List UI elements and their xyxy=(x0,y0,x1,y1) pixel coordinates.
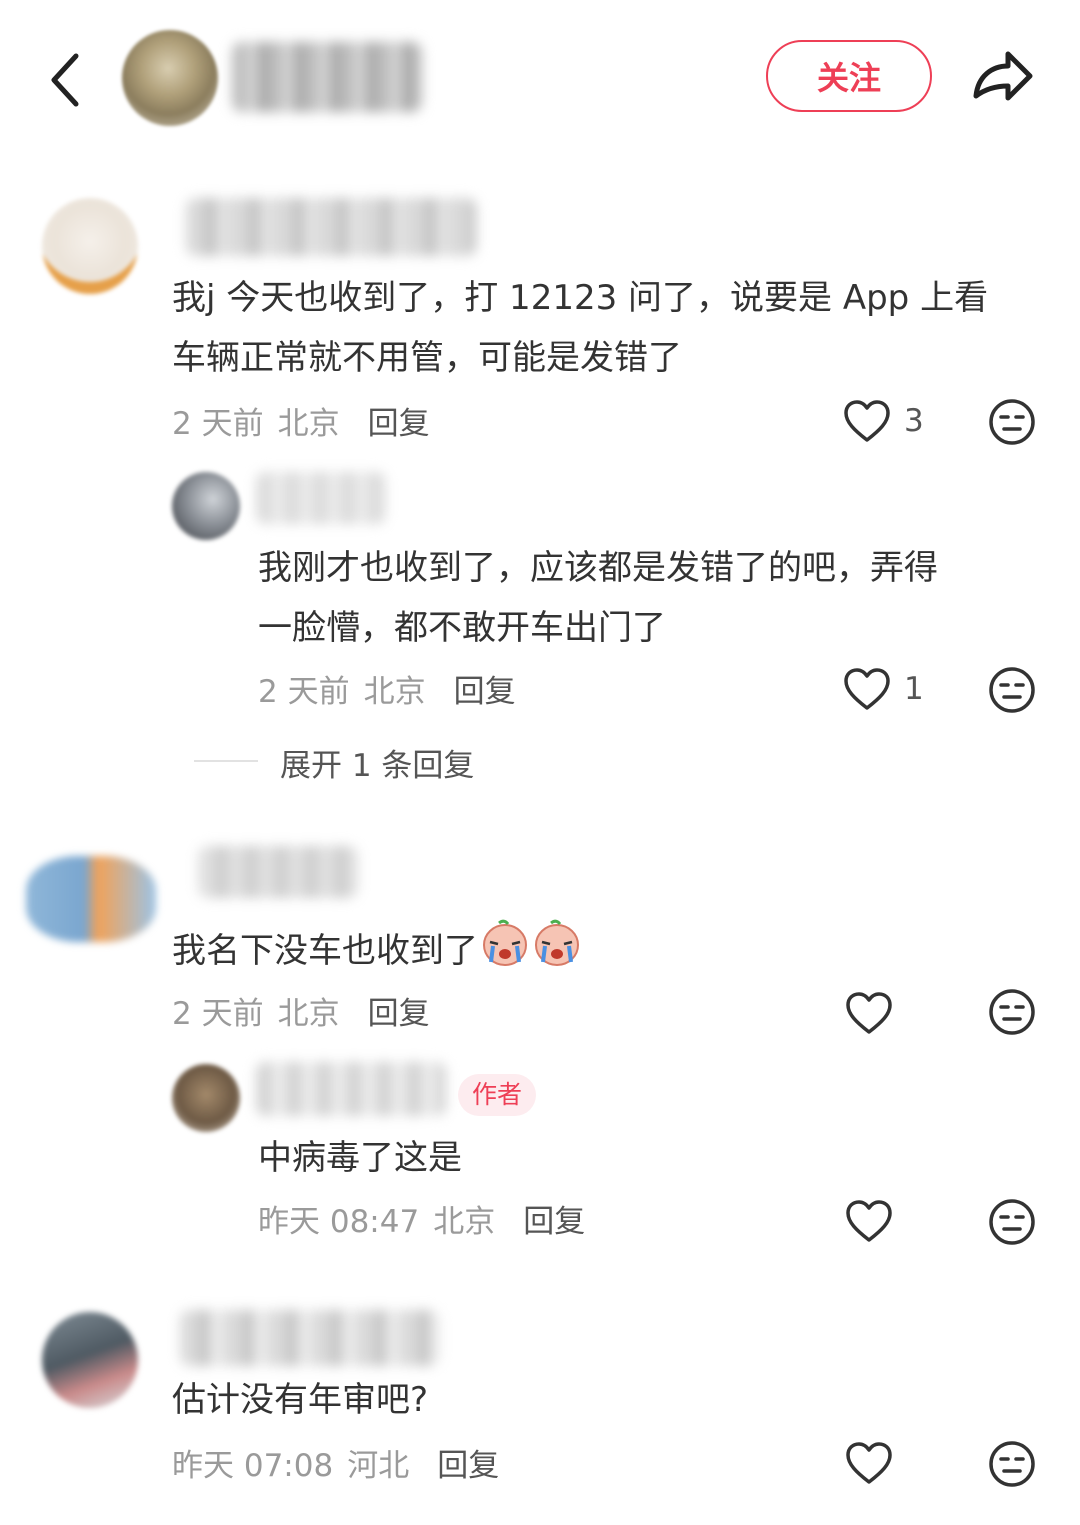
reply-location: 北京 xyxy=(363,673,426,710)
heart-outline-icon xyxy=(846,992,892,1034)
commenter-avatar[interactable] xyxy=(26,856,156,942)
commenter-name-blurred xyxy=(186,198,476,256)
comment-time: 2 天前 xyxy=(172,995,264,1032)
chevron-left-icon xyxy=(51,53,79,107)
commenter-avatar[interactable] xyxy=(42,1312,138,1408)
reply-time: 昨天 08:47 xyxy=(258,1203,420,1240)
crying-emoji-icon xyxy=(532,918,582,987)
like-button[interactable] xyxy=(844,988,894,1038)
comment-location: 北京 xyxy=(277,995,340,1032)
back-button[interactable] xyxy=(40,40,96,120)
crying-emoji-icon xyxy=(480,918,530,987)
commenter-avatar[interactable] xyxy=(42,198,138,294)
comment-meta: 昨天 07:08 河北 回复 xyxy=(172,1440,499,1484)
commenter-name-blurred xyxy=(180,1310,440,1366)
reply-meta: 2 天前 北京 回复 xyxy=(258,666,516,710)
like-count: 1 xyxy=(904,671,924,707)
heart-outline-icon xyxy=(844,668,890,710)
reply-time: 2 天前 xyxy=(258,673,350,710)
emoji-react-button[interactable] xyxy=(988,398,1036,446)
comment-text: 我名下没车也收到了 xyxy=(172,918,582,987)
follow-button[interactable]: 关注 xyxy=(766,40,932,112)
share-arrow-icon xyxy=(973,51,1033,101)
reply-button[interactable]: 回复 xyxy=(454,666,516,711)
emoji-react-button[interactable] xyxy=(988,1198,1036,1246)
reply-text: 中病毒了这是 xyxy=(258,1138,462,1178)
comment-text-content: 我名下没车也收到了 xyxy=(172,931,478,971)
reply-meta: 昨天 08:47 北京 回复 xyxy=(258,1196,585,1240)
comment-time: 2 天前 xyxy=(172,405,264,442)
like-count: 3 xyxy=(904,403,924,439)
emoji-react-button[interactable] xyxy=(988,666,1036,714)
comment-text: 我j 今天也收到了，打 12123 问了，说要是 App 上看 xyxy=(172,278,989,318)
commenter-name-blurred xyxy=(198,846,358,898)
heart-outline-icon xyxy=(846,1442,892,1484)
comment-meta: 2 天前 北京 回复 xyxy=(172,988,430,1032)
expand-divider xyxy=(194,760,258,762)
reply-name-blurred xyxy=(256,472,386,524)
reply-text: 一脸懵，都不敢开车出门了 xyxy=(258,608,666,648)
author-badge: 作者 xyxy=(458,1074,537,1116)
reply-location: 北京 xyxy=(433,1203,496,1240)
emoji-face-icon xyxy=(989,989,1035,1035)
reply-button[interactable]: 回复 xyxy=(368,398,430,443)
expand-replies-button[interactable]: 展开 1 条回复 xyxy=(280,740,474,785)
heart-outline-icon xyxy=(846,1200,892,1242)
comment-location: 北京 xyxy=(277,405,340,442)
reply-name-blurred xyxy=(256,1062,446,1116)
emoji-react-button[interactable] xyxy=(988,988,1036,1036)
emoji-react-button[interactable] xyxy=(988,1440,1036,1488)
reply-button[interactable]: 回复 xyxy=(523,1196,585,1241)
like-button[interactable] xyxy=(844,1438,894,1488)
reply-avatar[interactable] xyxy=(172,472,240,540)
heart-outline-icon xyxy=(844,400,890,442)
comment-text: 车辆正常就不用管，可能是发错了 xyxy=(172,338,682,378)
reply-avatar[interactable] xyxy=(172,1064,240,1132)
emoji-face-icon xyxy=(989,667,1035,713)
comment-text: 估计没有年审吧? xyxy=(172,1380,429,1420)
reply-button[interactable]: 回复 xyxy=(368,988,430,1033)
author-avatar[interactable] xyxy=(122,30,218,126)
comment-meta: 2 天前 北京 回复 xyxy=(172,398,430,442)
comment-location: 河北 xyxy=(347,1447,410,1484)
reply-text: 我刚才也收到了，应该都是发错了的吧，弄得 xyxy=(258,548,938,588)
like-button[interactable]: 3 xyxy=(842,396,924,446)
emoji-face-icon xyxy=(989,1441,1035,1487)
like-button[interactable] xyxy=(844,1196,894,1246)
emoji-face-icon xyxy=(989,399,1035,445)
share-button[interactable] xyxy=(968,40,1038,112)
emoji-face-icon xyxy=(989,1199,1035,1245)
like-button[interactable]: 1 xyxy=(842,664,924,714)
comment-time: 昨天 07:08 xyxy=(172,1447,334,1484)
author-name-blurred xyxy=(232,42,422,112)
reply-button[interactable]: 回复 xyxy=(437,1440,499,1485)
